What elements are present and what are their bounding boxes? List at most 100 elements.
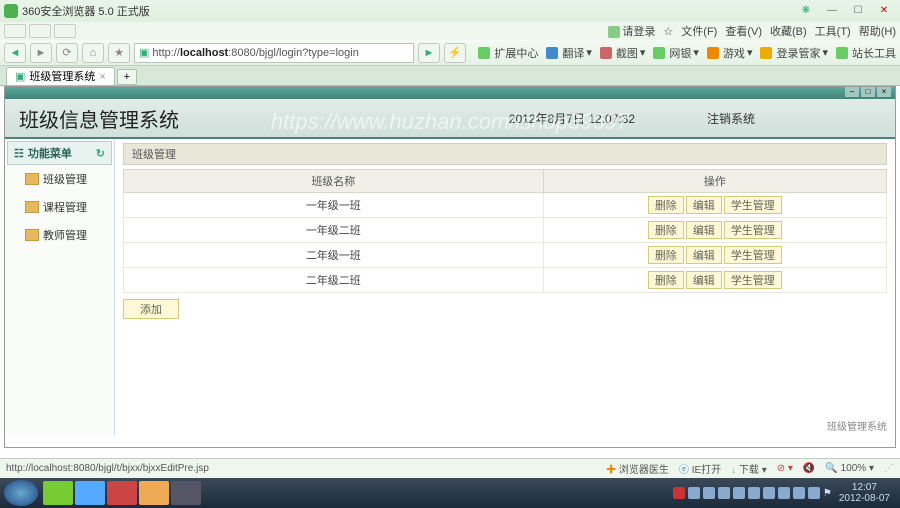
student-mgmt-button[interactable]: 学生管理: [724, 246, 782, 264]
site-tool[interactable]: 站长工具: [836, 45, 896, 61]
page-icon: ▣: [139, 46, 149, 59]
new-tab-button[interactable]: +: [117, 69, 137, 85]
maximize-button[interactable]: ☐: [846, 3, 870, 19]
login-link[interactable]: 请登录: [608, 23, 655, 39]
toggle-3[interactable]: [54, 24, 76, 38]
edit-button[interactable]: 编辑: [686, 221, 722, 239]
tray-icon[interactable]: [688, 487, 700, 499]
game[interactable]: 游戏 ▾: [707, 45, 753, 61]
go-button[interactable]: ►: [418, 43, 440, 63]
tray-icon[interactable]: [808, 487, 820, 499]
task-ie[interactable]: [43, 481, 73, 505]
status-ie[interactable]: ⓔ IE打开: [679, 461, 721, 476]
clock[interactable]: 12:07 2012-08-07: [839, 482, 890, 504]
app-close[interactable]: ×: [877, 87, 891, 97]
tray-icon[interactable]: [748, 487, 760, 499]
status-bar: http://localhost:8080/bjgl/t/bjxx/bjxxEd…: [0, 458, 900, 478]
tray-icon[interactable]: [733, 487, 745, 499]
tab-close-icon[interactable]: ×: [99, 68, 105, 86]
sidebar-item-class[interactable]: 班级管理: [7, 165, 112, 193]
app-min[interactable]: –: [845, 87, 859, 97]
delete-button[interactable]: 删除: [648, 246, 684, 264]
netbank[interactable]: 网银 ▾: [653, 45, 699, 61]
start-button[interactable]: [4, 480, 38, 506]
login-mgr[interactable]: 登录管家 ▾: [760, 45, 828, 61]
status-block[interactable]: ⊘ ▾: [777, 463, 793, 474]
cell-name: 二年级一班: [124, 243, 544, 268]
sidebar-item-teacher[interactable]: 教师管理: [7, 221, 112, 249]
app-max[interactable]: □: [861, 87, 875, 97]
edit-button[interactable]: 编辑: [686, 196, 722, 214]
status-resize[interactable]: ⋰: [884, 463, 894, 474]
folder-icon: [25, 173, 39, 185]
status-doctor[interactable]: ✚ 浏览器医生: [606, 461, 669, 476]
status-download[interactable]: ↓ 下载 ▾: [731, 461, 767, 476]
student-mgmt-button[interactable]: 学生管理: [724, 196, 782, 214]
screenshot[interactable]: 截图 ▾: [600, 45, 646, 61]
app-titlebar: – □ ×: [5, 87, 895, 99]
task-app2[interactable]: [139, 481, 169, 505]
minimize-button[interactable]: —: [820, 3, 844, 19]
fav-button[interactable]: ★: [108, 43, 130, 63]
status-url: http://localhost:8080/bjgl/t/bjxx/bjxxEd…: [6, 463, 209, 474]
class-table: 班级名称 操作 一年级一班 删除编辑学生管理 一年级二班 删除编辑学生管理 二年…: [123, 169, 887, 293]
tab-icon: ▣: [15, 68, 25, 86]
student-mgmt-button[interactable]: 学生管理: [724, 271, 782, 289]
browser-title: 360安全浏览器 5.0 正式版: [22, 3, 150, 19]
translate[interactable]: 翻译 ▾: [546, 45, 592, 61]
edit-button[interactable]: 编辑: [686, 271, 722, 289]
cell-name: 二年级二班: [124, 268, 544, 293]
bottom-crumb: 班级管理系统: [827, 418, 887, 433]
menu-tools[interactable]: 工具(T): [815, 23, 851, 39]
sidebar-item-course[interactable]: 课程管理: [7, 193, 112, 221]
close-button[interactable]: ✕: [872, 3, 896, 19]
task-explorer[interactable]: [75, 481, 105, 505]
forward-button[interactable]: ►: [30, 43, 52, 63]
student-mgmt-button[interactable]: 学生管理: [724, 221, 782, 239]
main-panel: 班级管理 班级名称 操作 一年级一班 删除编辑学生管理 一年级二班 删除编辑学生…: [115, 139, 895, 435]
tab-label: 班级管理系统: [29, 68, 95, 86]
delete-button[interactable]: 删除: [648, 221, 684, 239]
menu-file[interactable]: 文件(F): [681, 23, 717, 39]
tab-active[interactable]: ▣ 班级管理系统 ×: [6, 67, 115, 85]
tray-icon[interactable]: [763, 487, 775, 499]
speed-button[interactable]: ⚡: [444, 43, 466, 63]
edit-button[interactable]: 编辑: [686, 246, 722, 264]
tray-icon[interactable]: [673, 487, 685, 499]
table-row: 一年级二班 删除编辑学生管理: [124, 218, 887, 243]
status-mute[interactable]: 🔇: [803, 463, 815, 474]
browser-titlebar: 360安全浏览器 5.0 正式版 ❋ — ☐ ✕: [0, 0, 900, 22]
back-button[interactable]: ◄: [4, 43, 26, 63]
toggle-1[interactable]: [4, 24, 26, 38]
tray-icon[interactable]: [793, 487, 805, 499]
reload-button[interactable]: ⟳: [56, 43, 78, 63]
delete-button[interactable]: 删除: [648, 271, 684, 289]
delete-button[interactable]: 删除: [648, 196, 684, 214]
breadcrumb: 班级管理: [123, 143, 887, 165]
sidebar: ☷ 功能菜单 ↻ 班级管理 课程管理 教师管理: [5, 139, 115, 435]
table-row: 二年级二班 删除编辑学生管理: [124, 268, 887, 293]
menu-fav[interactable]: 收藏(B): [770, 23, 807, 39]
cell-name: 一年级二班: [124, 218, 544, 243]
status-zoom[interactable]: 🔍 100% ▾: [825, 463, 874, 474]
ext-center[interactable]: 扩展中心: [478, 45, 538, 61]
logout-link[interactable]: 注销系统: [707, 110, 755, 127]
menu-icon: ☷: [14, 147, 24, 160]
tray-icon[interactable]: [703, 487, 715, 499]
refresh-icon[interactable]: ↻: [96, 147, 105, 160]
app-datetime: 2012年8月7日 12:07:32: [509, 110, 635, 127]
task-app3[interactable]: [171, 481, 201, 505]
tray-icon[interactable]: [778, 487, 790, 499]
tray-icon[interactable]: [718, 487, 730, 499]
home-button[interactable]: ⌂: [82, 43, 104, 63]
menu-help[interactable]: 帮助(H): [859, 23, 896, 39]
menu-view[interactable]: 查看(V): [725, 23, 762, 39]
table-row: 二年级一班 删除编辑学生管理: [124, 243, 887, 268]
url-bar[interactable]: ▣ http://localhost:8080/bjgl/login?type=…: [134, 43, 414, 63]
task-app1[interactable]: [107, 481, 137, 505]
toggle-2[interactable]: [29, 24, 51, 38]
settings-icon[interactable]: ❋: [794, 3, 818, 19]
tray-flag-icon[interactable]: ⚑: [823, 488, 832, 499]
add-button[interactable]: 添加: [123, 299, 179, 319]
sidebar-header: ☷ 功能菜单 ↻: [7, 141, 112, 165]
